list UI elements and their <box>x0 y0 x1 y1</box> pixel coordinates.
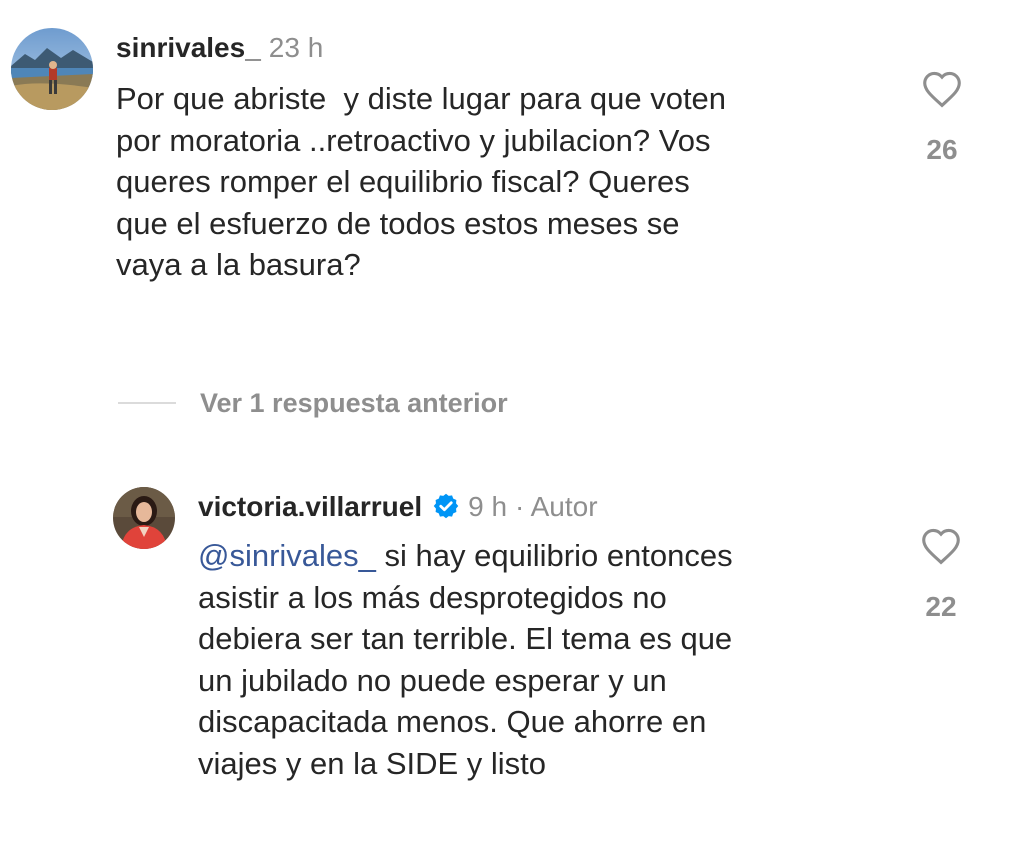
heart-icon[interactable] <box>920 527 962 565</box>
username[interactable]: sinrivales_ <box>116 32 261 63</box>
comment-text: @sinrivales_ si hay equilibrio entonces … <box>198 535 733 784</box>
divider <box>118 402 176 404</box>
like-control: 26 <box>912 70 972 166</box>
timestamp: 9 h <box>468 491 508 522</box>
view-previous-replies-label: Ver 1 respuesta anterior <box>200 387 508 418</box>
avatar[interactable] <box>11 28 93 110</box>
view-previous-replies-button[interactable]: Ver 1 respuesta anterior <box>118 386 508 420</box>
like-count: 22 <box>925 591 957 622</box>
avatar[interactable] <box>113 487 175 549</box>
timestamp: 23 h <box>268 32 324 63</box>
heart-icon[interactable] <box>921 70 963 108</box>
reply-text: si hay equilibrio entonces asistir a los… <box>198 538 733 781</box>
username[interactable]: victoria.villarruel <box>198 491 422 522</box>
author-tag: · Autor <box>515 491 598 522</box>
like-count: 26 <box>926 134 958 165</box>
profile-photo-mountain-lake <box>11 28 93 110</box>
comment-text: Por que abriste y diste lugar para que v… <box>116 81 727 282</box>
mention-link[interactable]: @sinrivales_ <box>198 538 376 573</box>
like-control: 22 <box>911 527 971 623</box>
verified-badge-icon <box>432 492 460 533</box>
profile-photo-woman-red-jacket <box>113 487 175 549</box>
